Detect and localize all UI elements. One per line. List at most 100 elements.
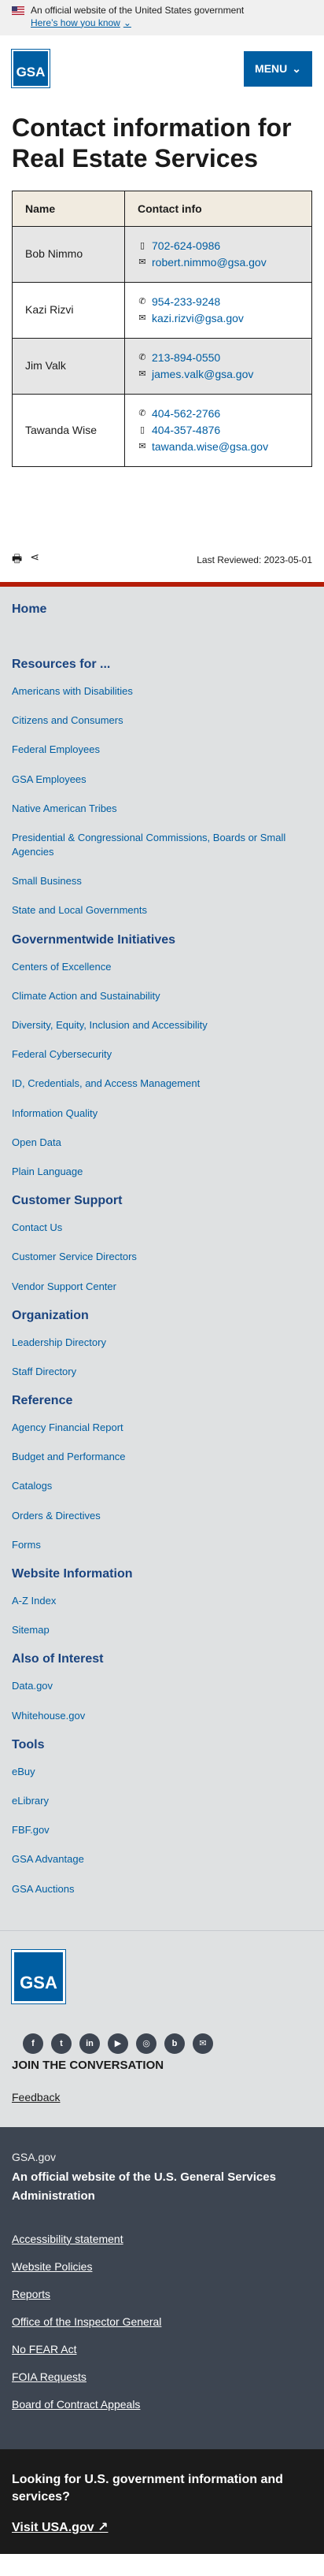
contact-item: ✉ kazi.rizvi@gsa.gov <box>138 310 299 327</box>
share-icon[interactable]: ⋖ <box>30 550 39 569</box>
footer-section-heading: Also of Interest <box>12 1652 104 1666</box>
footer-section: Tools eBuy eLibrary FBF.gov GSA Advantage GSA… <box>12 1738 312 1896</box>
email-icon: ✉ <box>138 369 146 380</box>
blog-icon[interactable]: b <box>164 2033 185 2054</box>
external-link-icon: ↗ <box>98 2520 109 2534</box>
footer-link[interactable]: GSA Auctions <box>12 1882 312 1896</box>
linkedin-icon[interactable]: in <box>79 2033 100 2054</box>
contact-info: ▯ 702-624-0986 ✉ robert.nimmo@gsa.gov <box>124 225 312 283</box>
footer-link[interactable]: Presidential & Congressional Commissions… <box>12 831 312 859</box>
footer-link[interactable]: eLibrary <box>12 1794 312 1808</box>
footer-link[interactable]: Climate Action and Sustainability <box>12 989 312 1003</box>
phone-link[interactable]: 954-233-9248 <box>152 294 220 310</box>
email-icon: ✉ <box>138 313 146 324</box>
contact-info: ✆ 213-894-0550 ✉ james.valk@gsa.gov <box>124 337 312 395</box>
footer-home-link[interactable]: Home <box>12 602 312 617</box>
contact-item: ✉ robert.nimmo@gsa.gov <box>138 254 299 271</box>
footer-section: Reference Agency Financial Report Budget a… <box>12 1394 312 1552</box>
contact-item: ✉ tawanda.wise@gsa.gov <box>138 439 299 455</box>
print-icon[interactable]: 🖶 <box>12 550 22 569</box>
footer-link[interactable]: Small Business <box>12 874 312 888</box>
footer-link[interactable]: GSA Employees <box>12 773 312 787</box>
footer-link[interactable]: Forms <box>12 1538 312 1552</box>
footer-brand: GSA f t in ▶ ◎ b ✉ JOIN THE CONVERSATION Feedb… <box>0 1929 324 2127</box>
contact-table: Name Contact info Bob Nimmo ▯ 702-624-0986… <box>12 190 312 467</box>
footer-link[interactable]: Whitehouse.gov <box>12 1709 312 1723</box>
footer-link[interactable]: Catalogs <box>12 1479 312 1493</box>
contact-item: ▯ 404-357-4876 <box>138 422 299 439</box>
gsa-logo[interactable]: GSA <box>11 1948 66 2004</box>
footer-link[interactable]: Sitemap <box>12 1623 312 1637</box>
footer-section: Resources for ... Americans with Disabili… <box>12 658 312 918</box>
identifier-link[interactable]: FOIA Requests <box>12 2370 312 2383</box>
footer-link[interactable]: State and Local Governments <box>12 903 312 917</box>
contact-name: Kazi Rizvi <box>12 281 125 339</box>
twitter-icon[interactable]: t <box>51 2033 72 2054</box>
menu-button[interactable]: MENU ⌄ <box>244 50 312 87</box>
footer-link[interactable]: Americans with Disabilities <box>12 684 312 699</box>
footer-link[interactable]: Vendor Support Center <box>12 1280 312 1294</box>
identifier-link[interactable]: Website Policies <box>12 2260 312 2273</box>
column-header-name: Name <box>12 190 125 227</box>
contact-item: ✆ 213-894-0550 <box>138 350 299 366</box>
contact-item: ✆ 404-562-2766 <box>138 406 299 422</box>
email-link[interactable]: james.valk@gsa.gov <box>152 366 253 383</box>
gsa-logo[interactable]: GSA <box>11 49 50 89</box>
heres-how-you-know-link[interactable]: Here’s how you know ⌄ <box>31 17 131 30</box>
feedback-link[interactable]: Feedback <box>12 2091 60 2103</box>
footer-section: Website Information A-Z Index Sitemap <box>12 1567 312 1637</box>
email-link[interactable]: tawanda.wise@gsa.gov <box>152 439 268 455</box>
email-icon[interactable]: ✉ <box>193 2033 213 2054</box>
footer-link[interactable]: FBF.gov <box>12 1823 312 1837</box>
contact-name: Tawanda Wise <box>12 393 125 467</box>
facebook-icon[interactable]: f <box>23 2033 43 2054</box>
footer-link[interactable]: Orders & Directives <box>12 1509 312 1523</box>
phone-link[interactable]: 213-894-0550 <box>152 350 220 366</box>
footer-link[interactable]: Contact Us <box>12 1221 312 1235</box>
footer-link[interactable]: GSA Advantage <box>12 1852 312 1866</box>
email-link[interactable]: kazi.rizvi@gsa.gov <box>152 310 244 327</box>
footer-link[interactable]: Data.gov <box>12 1679 312 1693</box>
footer-section: Customer Support Contact Us Customer Servi… <box>12 1194 312 1294</box>
footer-section-heading: Resources for ... <box>12 657 111 671</box>
footer-link[interactable]: Agency Financial Report <box>12 1421 312 1435</box>
footer-link[interactable]: Diversity, Equity, Inclusion and Accessi… <box>12 1018 312 1032</box>
footer-link[interactable]: A-Z Index <box>12 1594 312 1608</box>
email-link[interactable]: robert.nimmo@gsa.gov <box>152 254 267 271</box>
youtube-icon[interactable]: ▶ <box>108 2033 128 2054</box>
contact-item: ✉ james.valk@gsa.gov <box>138 366 299 383</box>
footer-link[interactable]: Budget and Performance <box>12 1450 312 1464</box>
footer-link[interactable]: Staff Directory <box>12 1365 312 1379</box>
contact-info: ✆ 404-562-2766 ▯ 404-357-4876 ✉ tawanda.wise@… <box>124 393 312 467</box>
review-bar: 🖶 ⋖ Last Reviewed: 2023-05-01 <box>0 546 324 577</box>
footer-link[interactable]: Federal Employees <box>12 743 312 757</box>
footer-link[interactable]: eBuy <box>12 1765 312 1779</box>
footer-link[interactable]: Leadership Directory <box>12 1336 312 1350</box>
footer-link[interactable]: Citizens and Consumers <box>12 713 312 728</box>
identifier-link[interactable]: Reports <box>12 2288 312 2300</box>
footer-section-heading: Tools <box>12 1737 45 1751</box>
identifier-link[interactable]: No FEAR Act <box>12 2343 312 2355</box>
contact-name: Bob Nimmo <box>12 225 125 283</box>
phone-icon: ✆ <box>138 353 146 363</box>
footer-link[interactable]: ID, Credentials, and Access Management <box>12 1077 312 1091</box>
footer-link[interactable]: Information Quality <box>12 1106 312 1121</box>
footer-section-heading: Organization <box>12 1308 89 1322</box>
instagram-icon[interactable]: ◎ <box>136 2033 156 2054</box>
identifier: GSA.gov An official website of the U.S. … <box>0 2126 324 2449</box>
identifier-link[interactable]: Board of Contract Appeals <box>12 2398 312 2411</box>
usa-gov-text: Looking for U.S. government information … <box>12 2472 283 2504</box>
footer-link[interactable]: Customer Service Directors <box>12 1250 312 1264</box>
phone-link[interactable]: 702-624-0986 <box>152 238 220 254</box>
footer-link[interactable]: Open Data <box>12 1136 312 1150</box>
footer-link[interactable]: Centers of Excellence <box>12 960 312 974</box>
visit-usa-gov-link[interactable]: Visit USA.gov ↗ <box>12 2521 108 2534</box>
phone-link[interactable]: 404-357-4876 <box>152 422 220 439</box>
identifier-link[interactable]: Office of the Inspector General <box>12 2315 312 2328</box>
phone-link[interactable]: 404-562-2766 <box>152 406 220 422</box>
footer-link[interactable]: Native American Tribes <box>12 802 312 816</box>
footer-link[interactable]: Federal Cybersecurity <box>12 1047 312 1062</box>
identifier-link[interactable]: Accessibility statement <box>12 2233 312 2245</box>
mobile-phone-icon: ▯ <box>139 241 145 251</box>
footer-link[interactable]: Plain Language <box>12 1165 312 1179</box>
